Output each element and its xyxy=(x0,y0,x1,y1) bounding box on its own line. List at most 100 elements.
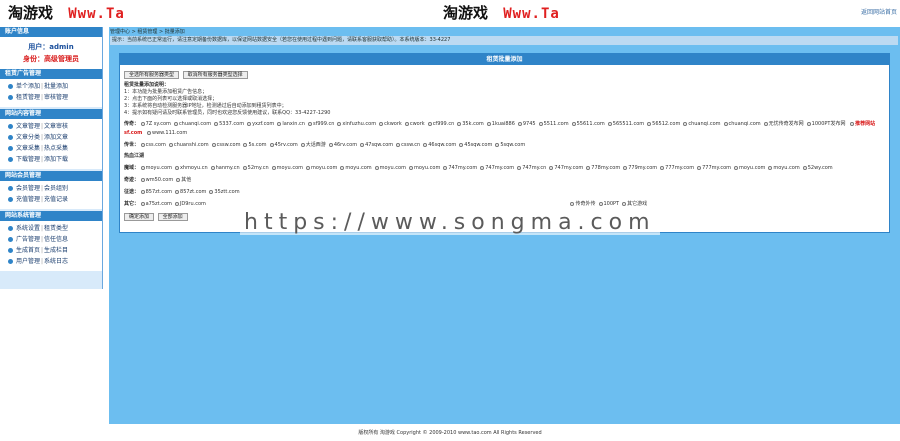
option-item[interactable]: moyu.com xyxy=(734,164,765,173)
option-item[interactable]: 52wy.com xyxy=(802,164,833,173)
site-logo-center[interactable]: 淘游戏 Www.Ta xyxy=(443,4,560,23)
option-item[interactable]: 777my.com xyxy=(660,164,694,173)
option-item[interactable]: 52my.cn xyxy=(242,164,269,173)
sidebar-section-title[interactable]: 租赁广告管理 xyxy=(0,69,102,79)
option-item[interactable]: moyu.com xyxy=(340,164,372,173)
option-item[interactable]: 35ztt.com xyxy=(209,188,240,197)
option-item[interactable]: 1kuai886 xyxy=(486,120,515,129)
menu-link[interactable]: 生成栏目 xyxy=(44,245,68,256)
option-item[interactable]: 5337.com xyxy=(214,120,244,129)
option-item[interactable]: 无忧传奇发布网 xyxy=(763,120,804,129)
option-item[interactable]: moyu.com xyxy=(408,164,440,173)
menu-link[interactable]: 添加文章 xyxy=(44,132,68,143)
menu-link[interactable]: 租赁管理 xyxy=(16,92,40,103)
menu-link[interactable]: 文章分类 xyxy=(16,132,40,143)
option-item[interactable]: 747my.cn xyxy=(517,164,546,173)
menu-link[interactable]: 审核管理 xyxy=(44,92,68,103)
option-item[interactable]: css.com xyxy=(140,141,166,150)
option-item[interactable]: 7Z sy.com xyxy=(140,120,171,129)
option-item[interactable]: 传奇外传 xyxy=(570,200,596,209)
option-item[interactable]: 5511.com xyxy=(538,120,569,129)
menu-link[interactable]: 信任信息 xyxy=(44,234,68,245)
menu-link[interactable]: 系统设置 xyxy=(16,223,40,234)
sidebar-section-title[interactable]: 网站系统管理 xyxy=(0,211,102,221)
option-item[interactable]: 55611.com xyxy=(571,120,605,129)
option-item[interactable]: 5sqw.com xyxy=(495,141,525,150)
menu-link[interactable]: 广告管理 xyxy=(16,234,40,245)
option-item[interactable]: xhmoyu.cn xyxy=(174,164,208,173)
option-item[interactable]: 565511.com xyxy=(607,120,644,129)
option-item[interactable]: 857zt.com xyxy=(175,188,206,197)
option-item[interactable]: cssw.com xyxy=(211,141,240,150)
option-item[interactable]: ckwork xyxy=(379,120,402,129)
option-item[interactable]: 747my.com xyxy=(443,164,477,173)
menu-link[interactable]: 批量添加 xyxy=(44,81,68,92)
sidebar-section-title[interactable]: 网站内容管理 xyxy=(0,109,102,119)
menu-link[interactable]: 会员管理 xyxy=(16,183,40,194)
menu-link[interactable]: 文章采集 xyxy=(16,143,40,154)
option-item[interactable]: 56512.com xyxy=(647,120,680,129)
back-to-home-link[interactable]: 返回网站首页 xyxy=(861,7,897,16)
option-item[interactable]: 857zt.com xyxy=(140,188,172,197)
option-item[interactable]: 其他 xyxy=(176,176,191,185)
option-item[interactable]: 大话西游 xyxy=(300,141,326,150)
option-item[interactable]: 45sqw.com xyxy=(459,141,492,150)
option-item[interactable]: 35k.com xyxy=(457,120,484,129)
option-item[interactable]: 747my.com xyxy=(480,164,514,173)
option-item[interactable]: moyu.com xyxy=(271,164,303,173)
menu-link[interactable]: 用户管理 xyxy=(16,256,40,267)
option-item[interactable]: JD9ru.com xyxy=(174,200,206,209)
sidebar-section-title[interactable]: 网站会员管理 xyxy=(0,171,102,181)
option-item[interactable]: lanxin.cn xyxy=(277,120,305,129)
menu-link[interactable]: 充值记录 xyxy=(44,194,68,205)
option-item[interactable]: moyu.com xyxy=(768,164,800,173)
menu-link[interactable]: 会员组别 xyxy=(44,183,68,194)
option-item[interactable]: moyu.com xyxy=(140,164,172,173)
option-item[interactable]: sf999.cn xyxy=(307,120,334,129)
option-item[interactable]: hanmy.cn xyxy=(210,164,240,173)
menu-link[interactable]: 文章审核 xyxy=(44,121,68,132)
option-item[interactable]: 1000PT发布网 xyxy=(806,120,845,129)
select-all-button[interactable]: 全选所有服务器类型 xyxy=(124,71,180,79)
option-item[interactable]: www.111.com xyxy=(146,129,187,138)
option-item[interactable]: cf999.cn xyxy=(427,120,454,129)
site-logo-left[interactable]: 淘游戏 Www.Ta xyxy=(8,4,125,23)
option-item[interactable]: chuanqi.com xyxy=(173,120,211,129)
menu-link[interactable]: 生成首页 xyxy=(16,245,40,256)
option-item[interactable]: 46rv.com xyxy=(328,141,357,150)
option-item[interactable]: a75zt.com xyxy=(140,200,172,209)
option-item[interactable]: yxzf.com xyxy=(247,120,274,129)
option-item[interactable]: 推荐网站 xyxy=(850,120,875,129)
option-item[interactable]: cssw.cn xyxy=(396,141,420,150)
option-item[interactable]: sf.com xyxy=(124,129,142,138)
menu-link[interactable]: 系统日志 xyxy=(44,256,68,267)
option-item[interactable]: 45rv.com xyxy=(269,141,298,150)
menu-link[interactable]: 热点采集 xyxy=(44,143,68,154)
option-item[interactable]: 100PT xyxy=(598,200,619,209)
add-all-button[interactable]: 全部添加 xyxy=(157,213,188,221)
menu-link[interactable]: 添加下载 xyxy=(44,154,68,165)
option-item[interactable]: chuanqi.com xyxy=(723,120,761,129)
option-item[interactable]: 777my.com xyxy=(697,164,731,173)
option-item[interactable]: chuanqi.com xyxy=(683,120,721,129)
option-item[interactable]: 46sqw.com xyxy=(423,141,456,150)
option-item[interactable]: chuanshi.com xyxy=(168,141,209,150)
option-item[interactable]: 779my.com xyxy=(623,164,657,173)
menu-link[interactable]: 租赁类型 xyxy=(44,223,68,234)
option-item[interactable]: wm50.com xyxy=(140,176,173,185)
menu-link[interactable]: 单个添加 xyxy=(16,81,40,92)
option-item[interactable]: moyu.com xyxy=(374,164,406,173)
menu-link[interactable]: 文章管理 xyxy=(16,121,40,132)
menu-link[interactable]: 下载管理 xyxy=(16,154,40,165)
option-item[interactable]: 9745 xyxy=(517,120,536,129)
option-item[interactable]: 5s.com xyxy=(243,141,267,150)
option-item[interactable]: 47sqw.com xyxy=(360,141,393,150)
option-item[interactable]: 其它游戏 xyxy=(622,200,647,209)
option-item[interactable]: xinfuzhu.com xyxy=(337,120,376,129)
confirm-add-button[interactable]: 确定添加 xyxy=(124,213,155,221)
menu-link[interactable]: 充值管理 xyxy=(16,194,40,205)
option-item[interactable]: 778my.com xyxy=(586,164,620,173)
option-item[interactable]: 747my.com xyxy=(549,164,583,173)
deselect-all-button[interactable]: 取消所有服务器类型选择 xyxy=(182,71,248,79)
option-item[interactable]: moyu.com xyxy=(306,164,337,173)
